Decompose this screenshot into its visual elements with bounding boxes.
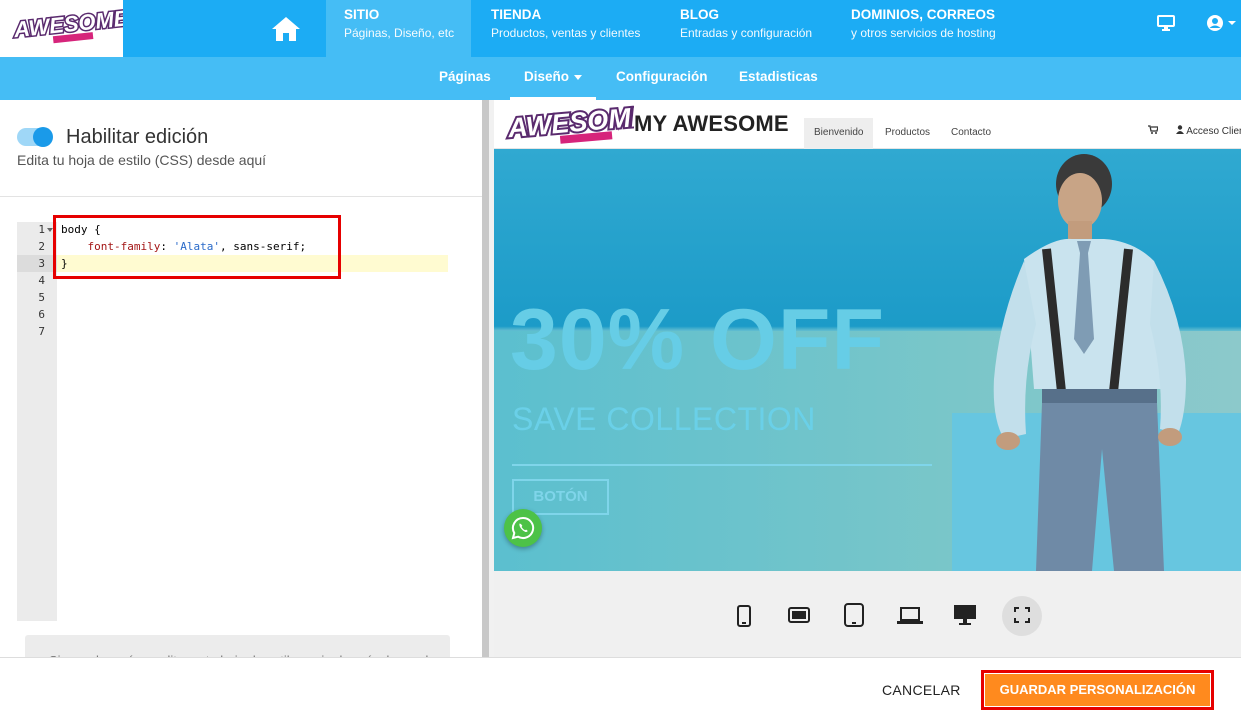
preview-site-title: MY AWESOME xyxy=(634,111,789,136)
model-photo xyxy=(993,154,1186,571)
save-customization-button[interactable]: GUARDAR PERSONALIZACIÓN xyxy=(985,674,1210,706)
subnav-paginas[interactable]: Páginas xyxy=(439,57,491,100)
preview-account-link[interactable]: Acceso Clientes xyxy=(1176,125,1241,137)
code-editor[interactable]: 1 2 3 4 5 6 7 body { font-family: 'Alata… xyxy=(17,222,449,621)
home-button[interactable] xyxy=(256,0,316,57)
splitter-bar xyxy=(482,100,489,657)
chevron-down-icon xyxy=(574,74,583,80)
line-number: 2 xyxy=(38,240,45,253)
brand-logo[interactable]: AWESOME AWESOME xyxy=(0,0,132,57)
code-highlight-outline xyxy=(53,215,341,279)
bottom-action-bar: CANCELAR GUARDAR PERSONALIZACIÓN xyxy=(0,657,1241,712)
tablet-icon[interactable] xyxy=(844,603,864,632)
top-navbar: AWESOME AWESOME SITIO Páginas, Diseño, e… xyxy=(0,0,1241,57)
phone-landscape-icon[interactable] xyxy=(788,607,810,628)
awesome-logo-image: AWESOME AWESOME xyxy=(10,4,132,44)
nav-blog-subtitle: Entradas y configuración xyxy=(680,26,813,40)
toggle-knob xyxy=(33,127,53,147)
subnav-diseno[interactable]: Diseño xyxy=(510,57,597,100)
preview-nav-productos[interactable]: Productos xyxy=(875,118,940,149)
account-link-label: Acceso Clientes xyxy=(1186,126,1241,137)
phone-portrait-icon[interactable] xyxy=(737,605,751,632)
hero-divider xyxy=(512,464,932,466)
subnav-diseno-label: Diseño xyxy=(524,69,570,84)
cancel-button[interactable]: CANCELAR xyxy=(882,682,961,698)
nav-sitio[interactable]: SITIO Páginas, Diseño, etc xyxy=(326,0,471,57)
nav-dominios-title: DOMINIOS, CORREOS xyxy=(851,7,996,22)
whatsapp-button[interactable] xyxy=(504,509,542,547)
whatsapp-icon xyxy=(511,516,535,540)
user-icon[interactable] xyxy=(1206,14,1238,37)
sub-navbar: Páginas Diseño Configuración Estadistica… xyxy=(0,57,1241,100)
editor-description: Edita tu hoja de estilo (CSS) desde aquí xyxy=(17,152,267,168)
nav-tienda-title: TIENDA xyxy=(491,7,542,22)
hero-subtitle: SAVE COLLECTION xyxy=(512,401,816,437)
nav-blog[interactable]: BLOG Entradas y configuración xyxy=(680,0,812,57)
cart-icon[interactable] xyxy=(1148,125,1159,137)
nav-sitio-subtitle: Páginas, Diseño, etc xyxy=(344,26,455,40)
account-user-icon xyxy=(1176,125,1186,137)
fullscreen-icon[interactable] xyxy=(1014,607,1030,628)
enable-edit-label: Habilitar edición xyxy=(66,126,209,148)
subnav-estadisticas[interactable]: Estadisticas xyxy=(739,57,818,100)
nav-tienda-subtitle: Productos, ventas y clientes xyxy=(491,26,641,40)
home-icon xyxy=(272,16,300,41)
nav-sitio-title: SITIO xyxy=(344,7,380,22)
desktop-icon[interactable] xyxy=(1157,14,1175,37)
preview-header: AWESOME AWESOME MY AWESOME Bienvenido Pr… xyxy=(494,100,1241,149)
hero-banner: 30% OFF SAVE COLLECTION BOTÓN xyxy=(494,149,1241,571)
nav-dominios[interactable]: DOMINIOS, CORREOS y otros servicios de h… xyxy=(851,0,996,57)
subnav-configuracion[interactable]: Configuración xyxy=(616,57,708,100)
panel-splitter[interactable] xyxy=(482,100,494,657)
enable-edit-toggle[interactable] xyxy=(17,127,53,147)
nav-tienda[interactable]: TIENDA Productos, ventas y clientes xyxy=(491,0,640,57)
preview-nav-contacto[interactable]: Contacto xyxy=(941,118,1001,149)
line-number: 3 xyxy=(38,257,45,270)
site-preview: AWESOME AWESOME MY AWESOME Bienvenido Pr… xyxy=(494,100,1241,657)
hero-title: 30% OFF xyxy=(510,292,885,388)
preview-nav-bienvenido[interactable]: Bienvenido xyxy=(804,118,874,149)
css-editor-panel: Habilitar edición Edita tu hoja de estil… xyxy=(0,100,482,665)
line-number: 1 xyxy=(38,223,45,236)
nav-dominios-subtitle: y otros servicios de hosting xyxy=(851,26,996,40)
line-number: 4 xyxy=(38,274,45,287)
line-number: 5 xyxy=(38,291,45,304)
desktop-icon[interactable] xyxy=(953,604,977,631)
nav-blog-title: BLOG xyxy=(680,7,719,22)
line-number: 6 xyxy=(38,308,45,321)
line-number: 7 xyxy=(38,325,45,338)
divider xyxy=(0,196,482,197)
preview-logo[interactable]: AWESOME AWESOME xyxy=(504,102,634,148)
laptop-icon[interactable] xyxy=(897,607,923,630)
